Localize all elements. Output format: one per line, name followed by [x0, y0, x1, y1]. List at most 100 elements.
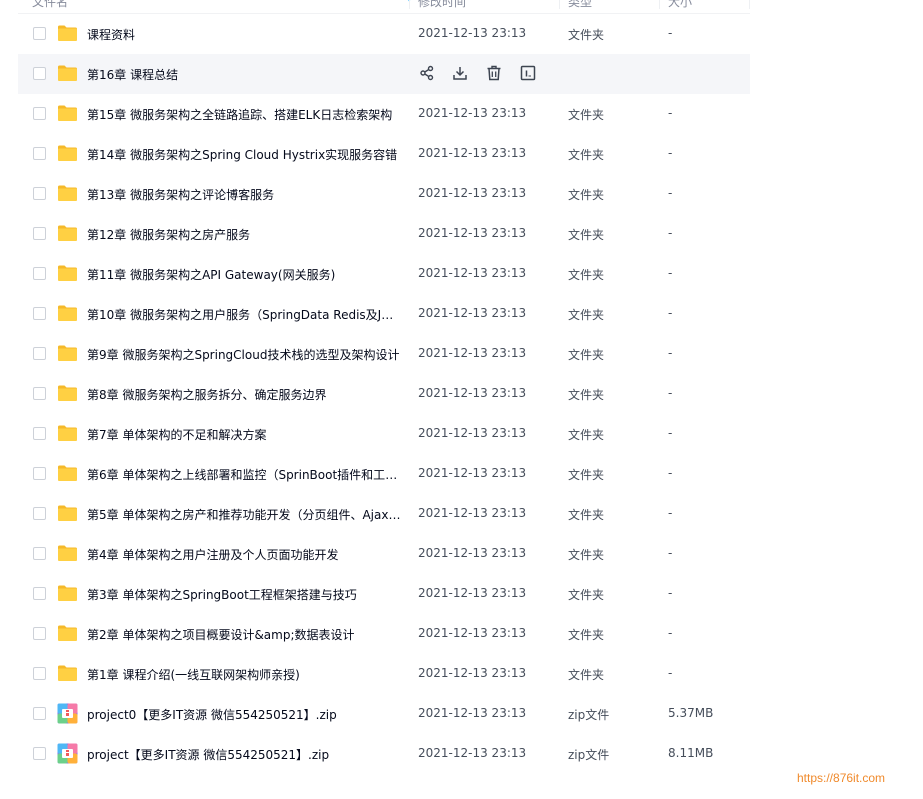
folder-icon [57, 424, 78, 442]
row-checkbox[interactable] [33, 707, 46, 720]
folder-row[interactable]: 第8章 微服务架构之服务拆分、确定服务边界 2021-12-13 23:13 文件夹… [18, 374, 750, 414]
file-name-link[interactable]: 第11章 微服务架构之API Gateway(网关服务) [87, 266, 403, 283]
row-checkbox[interactable] [33, 347, 46, 360]
file-name-link[interactable]: 第4章 单体架构之用户注册及个人页面功能开发 [87, 546, 403, 563]
file-name-link[interactable]: 第1章 课程介绍(一线互联网架构师亲授) [87, 666, 403, 683]
folder-row[interactable]: 第10章 微服务架构之用户服务（SpringData Redis及JWT） 202… [18, 294, 750, 334]
modified-date: 2021-12-13 23:13 [418, 586, 527, 600]
folder-row[interactable]: 第16章 课程总结 I [18, 54, 750, 94]
modified-date: 2021-12-13 23:13 [418, 506, 527, 520]
delete-icon[interactable] [485, 64, 503, 82]
file-size: - [668, 586, 673, 600]
share-icon[interactable] [418, 64, 436, 82]
modified-date: 2021-12-13 23:13 [418, 186, 527, 200]
row-checkbox[interactable] [33, 267, 46, 280]
row-checkbox[interactable] [33, 667, 46, 680]
column-header-date[interactable]: 修改时间 [418, 0, 466, 10]
row-checkbox[interactable] [33, 387, 46, 400]
file-name-link[interactable]: 第10章 微服务架构之用户服务（SpringData Redis及JWT） [87, 306, 403, 323]
file-type: 文件夹 [568, 508, 605, 522]
modified-date: 2021-12-13 23:13 [418, 706, 527, 720]
folder-row[interactable]: 第14章 微服务架构之Spring Cloud Hystrix实现服务容错 202… [18, 134, 750, 174]
column-divider [559, 0, 560, 9]
modified-date: 2021-12-13 23:13 [418, 346, 527, 360]
folder-icon [57, 664, 78, 682]
row-checkbox[interactable] [33, 507, 46, 520]
folder-row[interactable]: 课程资料 2021-12-13 23:13 文件夹 - [18, 14, 750, 54]
row-checkbox[interactable] [33, 307, 46, 320]
folder-icon [57, 264, 78, 282]
folder-row[interactable]: 第7章 单体架构的不足和解决方案 2021-12-13 23:13 文件夹 - [18, 414, 750, 454]
folder-row[interactable]: 第12章 微服务架构之房产服务 2021-12-13 23:13 文件夹 - [18, 214, 750, 254]
watermark-url: https://876it.com [797, 771, 886, 785]
row-checkbox[interactable] [33, 467, 46, 480]
rename-icon[interactable]: I [519, 64, 537, 82]
file-name-link[interactable]: 第5章 单体架构之房产和推荐功能开发（分页组件、Ajax异步） [87, 506, 403, 523]
folder-row[interactable]: 第9章 微服务架构之SpringCloud技术栈的选型及架构设计 2021-12-… [18, 334, 750, 374]
folder-row[interactable]: 第2章 单体架构之项目概要设计&amp;数据表设计 2021-12-13 23:1… [18, 614, 750, 654]
column-header-size[interactable]: 大小 [668, 0, 692, 10]
row-checkbox[interactable] [33, 147, 46, 160]
file-size: - [668, 466, 673, 480]
file-row[interactable]: project【更多IT资源 微信554250521】.zip 2021-12-1… [18, 734, 750, 774]
modified-date: 2021-12-13 23:13 [418, 626, 527, 640]
row-checkbox[interactable] [33, 547, 46, 560]
row-checkbox[interactable] [33, 27, 46, 40]
folder-row[interactable]: 第15章 微服务架构之全链路追踪、搭建ELK日志检索架构 2021-12-13 2… [18, 94, 750, 134]
file-type: 文件夹 [568, 148, 605, 162]
folder-row[interactable]: 第11章 微服务架构之API Gateway(网关服务) 2021-12-13 2… [18, 254, 750, 294]
file-name-link[interactable]: project0【更多IT资源 微信554250521】.zip [87, 706, 403, 723]
row-checkbox[interactable] [33, 427, 46, 440]
download-icon[interactable] [451, 64, 469, 82]
zip-file-icon [57, 703, 78, 724]
file-name-link[interactable]: 第12章 微服务架构之房产服务 [87, 226, 403, 243]
folder-icon [57, 464, 78, 482]
file-name-link[interactable]: 第7章 单体架构的不足和解决方案 [87, 426, 403, 443]
folder-icon [57, 384, 78, 402]
folder-row[interactable]: 第13章 微服务架构之评论博客服务 2021-12-13 23:13 文件夹 - [18, 174, 750, 214]
row-checkbox[interactable] [33, 187, 46, 200]
folder-row[interactable]: 第1章 课程介绍(一线互联网架构师亲授) 2021-12-13 23:13 文件夹 - [18, 654, 750, 694]
folder-icon [57, 144, 78, 162]
folder-row[interactable]: 第3章 单体架构之SpringBoot工程框架搭建与技巧 2021-12-13 2… [18, 574, 750, 614]
table-header: 文件名 ▾ 修改时间 类型 大小 [18, 0, 750, 14]
file-name-link[interactable]: 第9章 微服务架构之SpringCloud技术栈的选型及架构设计 [87, 346, 403, 363]
folder-row[interactable]: 第6章 单体架构之上线部署和监控（SprinBoot插件和工具） 2021-12-… [18, 454, 750, 494]
folder-row[interactable]: 第4章 单体架构之用户注册及个人页面功能开发 2021-12-13 23:13 文件… [18, 534, 750, 574]
row-checkbox[interactable] [33, 227, 46, 240]
row-checkbox[interactable] [33, 627, 46, 640]
row-checkbox[interactable] [33, 747, 46, 760]
file-name-link[interactable]: project【更多IT资源 微信554250521】.zip [87, 746, 403, 763]
file-name-link[interactable]: 课程资料 [87, 26, 403, 43]
file-name-link[interactable]: 第8章 微服务架构之服务拆分、确定服务边界 [87, 386, 403, 403]
folder-row[interactable]: 第5章 单体架构之房产和推荐功能开发（分页组件、Ajax异步） 2021-12-1… [18, 494, 750, 534]
file-type: 文件夹 [568, 628, 605, 642]
file-name-link[interactable]: 第6章 单体架构之上线部署和监控（SprinBoot插件和工具） [87, 466, 403, 483]
file-name-link[interactable]: 第16章 课程总结 [87, 66, 403, 83]
file-type: 文件夹 [568, 548, 605, 562]
folder-icon [57, 344, 78, 362]
file-size: - [668, 426, 673, 440]
row-checkbox[interactable] [33, 107, 46, 120]
zip-file-icon [57, 743, 78, 764]
file-name-link[interactable]: 第15章 微服务架构之全链路追踪、搭建ELK日志检索架构 [87, 106, 403, 123]
column-header-name[interactable]: 文件名 [32, 0, 68, 10]
column-header-type[interactable]: 类型 [568, 0, 592, 10]
file-type: 文件夹 [568, 268, 605, 282]
file-name-link[interactable]: 第14章 微服务架构之Spring Cloud Hystrix实现服务容错 [87, 146, 403, 163]
folder-icon [57, 584, 78, 602]
file-size: 5.37MB [668, 706, 714, 720]
file-row[interactable]: project0【更多IT资源 微信554250521】.zip 2021-12-… [18, 694, 750, 734]
file-type: 文件夹 [568, 428, 605, 442]
file-name-link[interactable]: 第13章 微服务架构之评论博客服务 [87, 186, 403, 203]
file-list-page: 文件名 ▾ 修改时间 类型 大小 课程资料 2021-12-13 23:13 文件夹… [0, 0, 923, 799]
file-type: 文件夹 [568, 588, 605, 602]
file-name-link[interactable]: 第3章 单体架构之SpringBoot工程框架搭建与技巧 [87, 586, 403, 603]
column-divider [749, 0, 750, 9]
file-name-link[interactable]: 第2章 单体架构之项目概要设计&amp;数据表设计 [87, 626, 403, 643]
svg-text:I: I [525, 70, 528, 79]
modified-date: 2021-12-13 23:13 [418, 106, 527, 120]
row-checkbox[interactable] [33, 67, 46, 80]
file-size: - [668, 26, 673, 40]
row-checkbox[interactable] [33, 587, 46, 600]
